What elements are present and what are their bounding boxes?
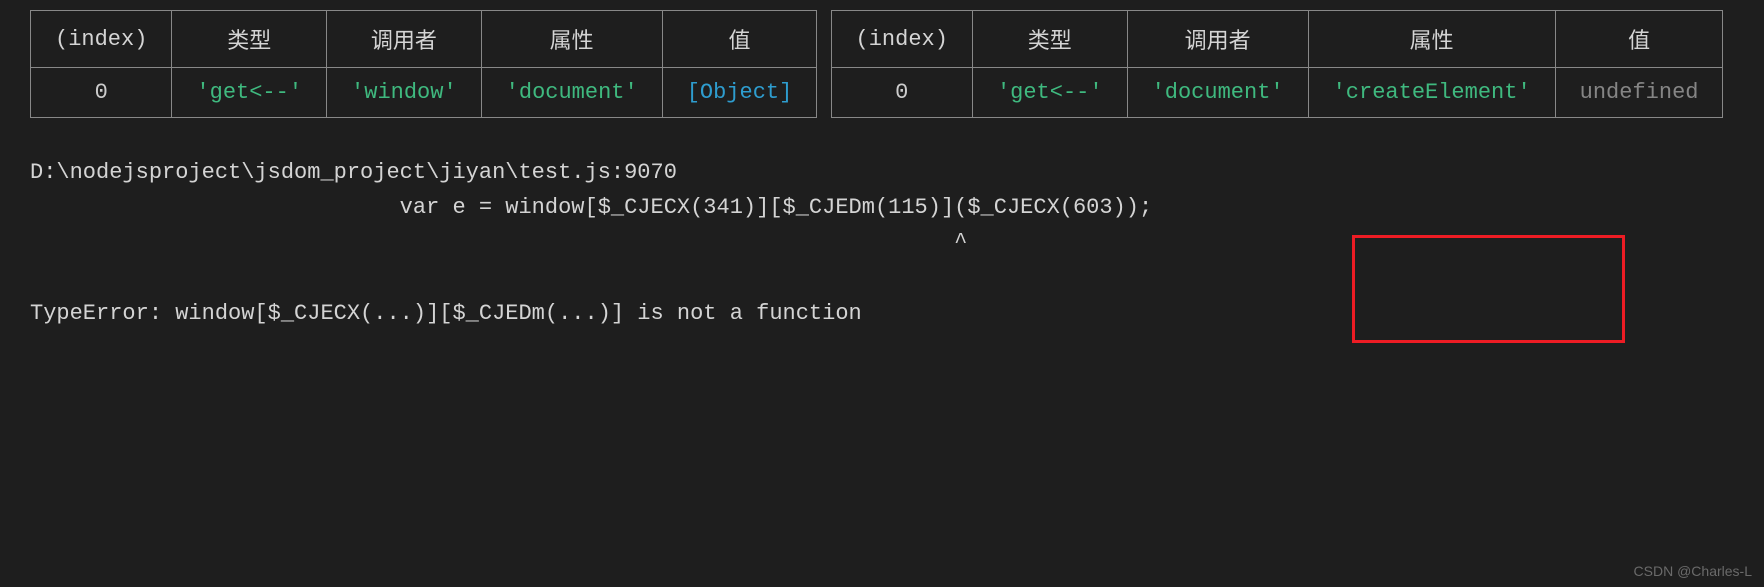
table-header-row: (index) 类型 调用者 属性 值 [31,11,817,68]
cell-value: [Object] [662,68,817,118]
cell-caller: 'window' [327,68,482,118]
console-table-2: (index) 类型 调用者 属性 值 0 'get<--' 'document… [831,10,1724,118]
cell-caller: 'document' [1127,68,1308,118]
header-type: 类型 [972,11,1127,68]
cell-prop: 'createElement' [1308,68,1555,118]
header-prop: 属性 [1308,11,1555,68]
header-value: 值 [1555,11,1723,68]
watermark: CSDN @Charles-L [1634,563,1752,579]
header-index: (index) [31,11,172,68]
table-header-row: (index) 类型 调用者 属性 值 [831,11,1723,68]
output-error-line: TypeError: window[$_CJECX(...)][$_CJEDm(… [30,301,862,326]
table-row: 0 'get<--' 'window' 'document' [Object] [31,68,817,118]
output-code-line: var e = window[$_CJECX(341)][$_CJEDm(115… [30,195,1152,220]
cell-type: 'get<--' [972,68,1127,118]
cell-prop: 'document' [481,68,662,118]
cell-type: 'get<--' [172,68,327,118]
header-caller: 调用者 [1127,11,1308,68]
header-caller: 调用者 [327,11,482,68]
table-row: 0 'get<--' 'document' 'createElement' un… [831,68,1723,118]
header-value: 值 [662,11,817,68]
header-index: (index) [831,11,972,68]
error-output: D:\nodejsproject\jsdom_project\jiyan\tes… [30,155,1734,331]
output-file-line: D:\nodejsproject\jsdom_project\jiyan\tes… [30,160,677,185]
console-table-1: (index) 类型 调用者 属性 值 0 'get<--' 'window' … [30,10,817,118]
header-type: 类型 [172,11,327,68]
cell-index: 0 [31,68,172,118]
cell-index: 0 [831,68,972,118]
output-caret-line: ^ [30,230,967,255]
cell-value: undefined [1555,68,1723,118]
header-prop: 属性 [481,11,662,68]
